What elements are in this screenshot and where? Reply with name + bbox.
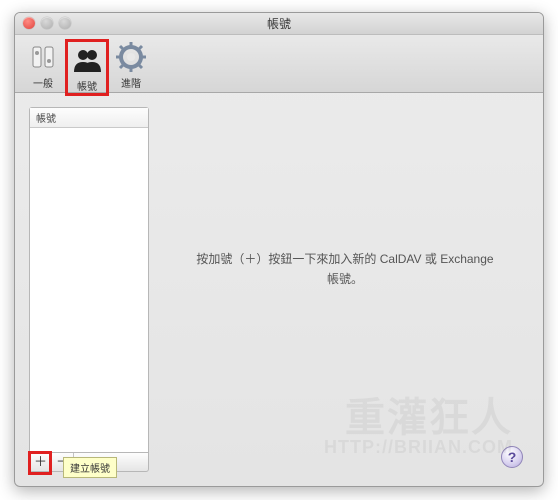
window-title: 帳號	[267, 17, 291, 31]
empty-msg-line2: 帳號。	[327, 272, 363, 286]
toolbar: 一般 帳號	[15, 35, 543, 93]
gear-icon	[115, 41, 147, 73]
add-account-tooltip: 建立帳號	[63, 457, 117, 478]
switch-icon	[27, 41, 59, 73]
tab-accounts-label: 帳號	[68, 78, 106, 93]
traffic-lights	[23, 17, 71, 29]
tab-accounts[interactable]: 帳號	[65, 39, 109, 96]
preferences-window: 帳號 一般 帳號	[14, 12, 544, 487]
add-account-button[interactable]: ＋	[30, 453, 52, 471]
account-list[interactable]: 帳號	[29, 107, 149, 452]
tab-advanced-label: 進階	[109, 75, 153, 90]
empty-state-text: 按加號（＋）按鈕一下來加入新的 CalDAV 或 Exchange 帳號。	[196, 250, 493, 288]
empty-msg-line1: 按加號（＋）按鈕一下來加入新的 CalDAV 或 Exchange	[196, 252, 493, 266]
titlebar: 帳號	[15, 13, 543, 35]
help-button[interactable]: ?	[501, 446, 523, 468]
detail-pane: 按加號（＋）按鈕一下來加入新的 CalDAV 或 Exchange 帳號。	[161, 107, 529, 472]
zoom-icon[interactable]	[59, 17, 71, 29]
account-sidebar: 帳號 ＋ －	[29, 107, 149, 472]
tab-advanced[interactable]: 進階	[109, 39, 153, 90]
tab-general[interactable]: 一般	[21, 39, 65, 90]
close-icon[interactable]	[23, 17, 35, 29]
account-list-header: 帳號	[30, 108, 148, 128]
content-area: 帳號 ＋ － 按加號（＋）按鈕一下來加入新的 CalDAV 或 Exchange…	[15, 93, 543, 486]
minimize-icon[interactable]	[41, 17, 53, 29]
people-icon	[71, 44, 103, 76]
tab-general-label: 一般	[21, 75, 65, 90]
